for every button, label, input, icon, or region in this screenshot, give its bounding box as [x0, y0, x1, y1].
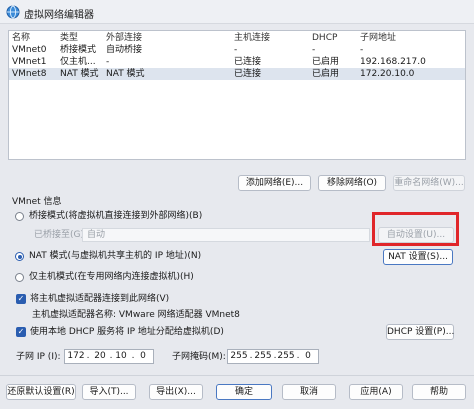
footer-divider: [0, 375, 474, 376]
nat-mode-label: NAT 模式(与虚拟机共享主机的 IP 地址)(N): [29, 251, 202, 261]
restore-defaults-button[interactable]: 还原默认设置(R): [6, 384, 76, 400]
export-button[interactable]: 导出(X)...: [149, 384, 203, 400]
cell-host: 已连接: [234, 57, 262, 67]
connect-adapter-label: 将主机虚拟适配器连接到此网络(V): [30, 294, 170, 304]
use-dhcp-label: 使用本地 DHCP 服务将 IP 地址分配给虚拟机(D): [30, 327, 224, 337]
cell-name: VMnet8: [12, 69, 47, 79]
cell-type: NAT 模式: [60, 69, 99, 79]
subnet-mask-input[interactable]: 255 . 255 . 255 . 0: [227, 349, 319, 364]
cancel-button[interactable]: 取消: [282, 384, 336, 400]
nat-settings-highlight-box: [372, 212, 459, 246]
cell-name: VMnet0: [12, 45, 47, 55]
table-row-selected[interactable]: VMnet8 NAT 模式 NAT 模式 已连接 已启用 172.20.10.0: [9, 68, 465, 80]
cell-dhcp: 已启用: [312, 69, 340, 79]
vmnet-info-label: VMnet 信息: [12, 197, 62, 207]
cell-dhcp: -: [312, 45, 316, 55]
remove-network-button[interactable]: 移除网络(O): [318, 175, 386, 191]
help-button[interactable]: 帮助: [412, 384, 466, 400]
cell-type: 仅主机...: [60, 57, 96, 67]
ok-button[interactable]: 确定: [216, 384, 272, 400]
connect-adapter-checkbox[interactable]: ✓: [16, 294, 26, 304]
nat-settings-button[interactable]: NAT 设置(S)...: [383, 249, 453, 265]
dhcp-settings-button[interactable]: DHCP 设置(P)...: [386, 324, 454, 340]
table-row[interactable]: VMnet1 仅主机... - 已连接 已启用 192.168.217.0: [9, 56, 465, 68]
mask-octet: 255: [254, 351, 272, 361]
mask-octet: 255: [277, 351, 295, 361]
bridge-mode-radio[interactable]: [15, 212, 24, 221]
mask-octet: 255: [230, 351, 248, 361]
cell-name: VMnet1: [12, 57, 47, 67]
column-header-type: 类型: [60, 33, 79, 43]
use-dhcp-checkbox[interactable]: ✓: [16, 327, 26, 337]
mask-octet: 0: [305, 351, 311, 361]
column-header-dhcp: DHCP: [312, 33, 338, 43]
import-button[interactable]: 导入(T)...: [82, 384, 136, 400]
subnet-mask-label: 子网掩码(M):: [172, 352, 226, 362]
ip-octet: 172: [67, 351, 85, 361]
title-bar[interactable]: 虚拟网络编辑器: [0, 0, 474, 24]
cell-dhcp: 已启用: [312, 57, 340, 67]
cell-external: 自动桥接: [106, 45, 143, 55]
column-header-host: 主机连接: [234, 33, 271, 43]
bridged-to-select[interactable]: 自动: [82, 228, 370, 242]
network-globe-icon: [6, 5, 20, 19]
network-table[interactable]: 名称 类型 外部连接 主机连接 DHCP 子网地址 VMnet0 桥接模式 自动…: [8, 30, 466, 160]
cell-external: -: [106, 57, 110, 67]
bridge-mode-label: 桥接模式(将虚拟机直接连接到外部网络)(B): [29, 211, 203, 221]
ip-octet: 0: [140, 351, 146, 361]
nat-mode-radio[interactable]: [15, 252, 24, 261]
column-header-subnet: 子网地址: [360, 33, 397, 43]
add-network-button[interactable]: 添加网络(E)...: [238, 175, 311, 191]
cell-host: 已连接: [234, 69, 262, 79]
cell-external: NAT 模式: [106, 69, 145, 79]
cell-subnet: -: [360, 45, 364, 55]
cell-host: -: [234, 45, 238, 55]
table-header: 名称 类型 外部连接 主机连接 DHCP 子网地址: [9, 31, 465, 44]
host-only-label: 仅主机模式(在专用网络内连接虚拟机)(H): [29, 272, 194, 282]
window-title: 虚拟网络编辑器: [24, 10, 94, 21]
apply-button[interactable]: 应用(A): [349, 384, 403, 400]
column-header-external: 外部连接: [106, 33, 143, 43]
cell-type: 桥接模式: [60, 45, 97, 55]
rename-network-button[interactable]: 重命名网络(W)...: [393, 175, 465, 191]
subnet-ip-label: 子网 IP (I):: [16, 352, 61, 362]
cell-subnet: 192.168.217.0: [360, 57, 426, 67]
ip-octet: 10: [115, 351, 127, 361]
bridged-to-label: 已桥接至(G):: [34, 230, 88, 240]
host-only-radio[interactable]: [15, 273, 24, 282]
subnet-ip-input[interactable]: 172 . 20 . 10 . 0: [64, 349, 154, 364]
table-row[interactable]: VMnet0 桥接模式 自动桥接 - - -: [9, 44, 465, 56]
adapter-name-text: 主机虚拟适配器名称: VMware 网络适配器 VMnet8: [32, 310, 240, 320]
cell-subnet: 172.20.10.0: [360, 69, 415, 79]
